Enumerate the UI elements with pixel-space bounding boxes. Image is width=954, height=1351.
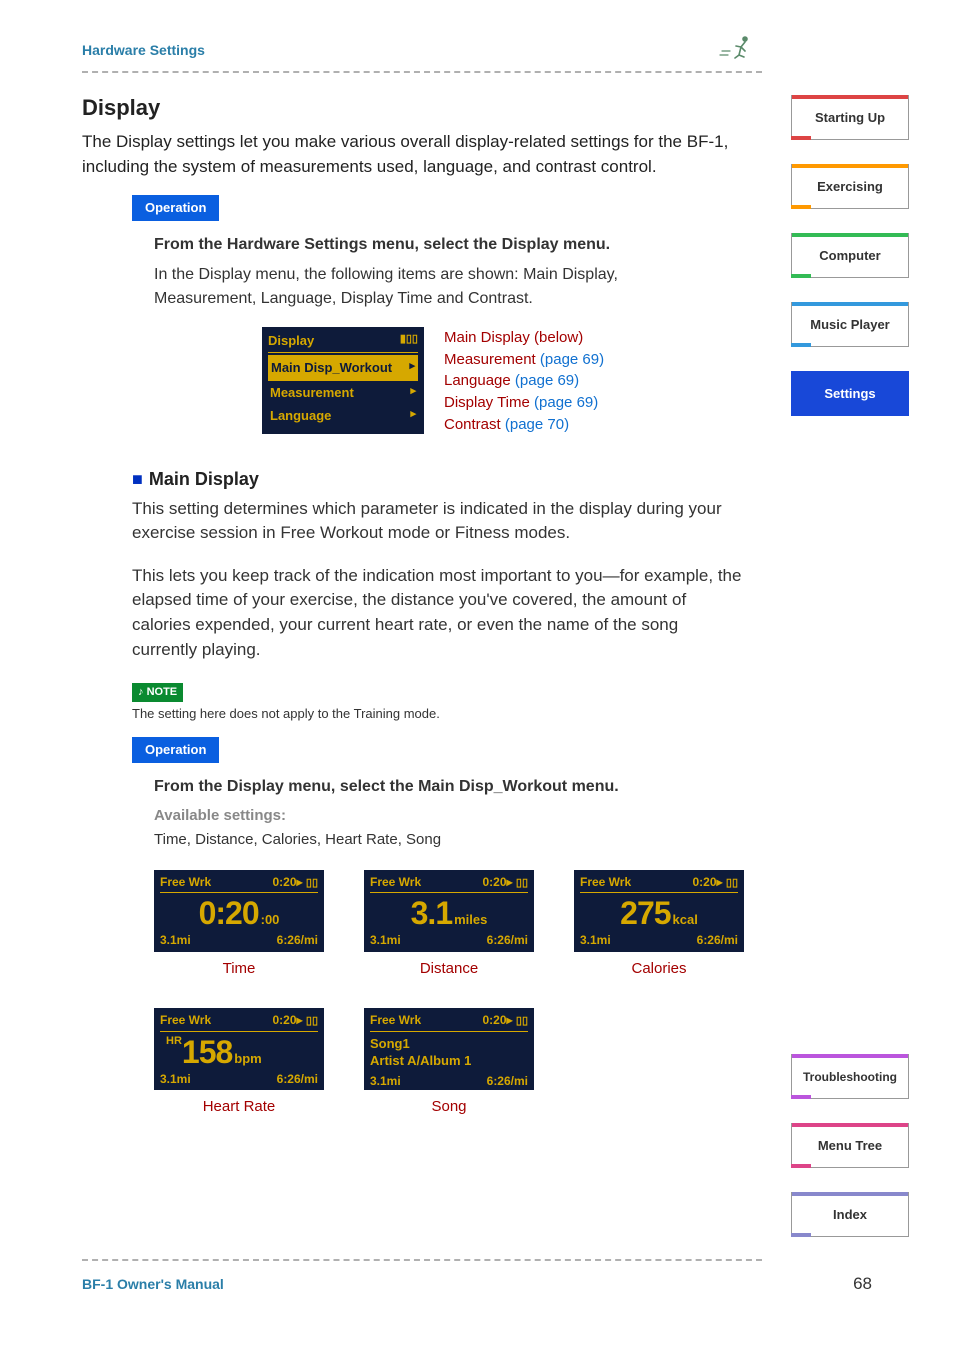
screen-song: Free Wrk0:20▸ ▯▯ Song1Artist A/Album 1 3…	[364, 1008, 534, 1090]
lcd-menu-item-selected: Main Disp_Workout ▸	[268, 355, 418, 381]
menu-links: Main Display (below) Measurement (page 6…	[444, 327, 604, 436]
step2-heading: From the Display menu, select the Main D…	[154, 775, 954, 799]
battery-icon: ▯▯	[726, 877, 738, 889]
tab-exercising[interactable]: Exercising	[791, 164, 909, 209]
battery-icon: ▮▯▯	[400, 331, 418, 351]
screen-distance: Free Wrk0:20▸ ▯▯ 3.1miles 3.1mi6:26/mi	[364, 870, 534, 952]
main-display-p1: This setting determines which parameter …	[132, 497, 742, 546]
available-settings-heading: Available settings:	[154, 805, 954, 828]
battery-icon: ▯▯	[516, 877, 528, 889]
caption-time: Time	[154, 958, 324, 981]
battery-icon: ▯▯	[516, 1015, 528, 1027]
battery-icon: ▯▯	[306, 877, 318, 889]
runner-icon	[718, 35, 752, 65]
available-settings-body: Time, Distance, Calories, Heart Rate, So…	[154, 829, 954, 852]
link-contrast[interactable]: Contrast (page 70)	[444, 414, 604, 436]
tab-computer[interactable]: Computer	[791, 233, 909, 278]
link-main-display[interactable]: Main Display (below)	[444, 327, 604, 349]
main-display-heading: ■Main Display	[132, 466, 954, 493]
lcd-item-label: Language	[270, 406, 331, 426]
caption-song: Song	[364, 1096, 534, 1119]
caption-distance: Distance	[364, 958, 534, 981]
tab-music-player[interactable]: Music Player	[791, 302, 909, 347]
screen-heart-rate: Free Wrk0:20▸ ▯▯ HR158bpm 3.1mi6:26/mi	[154, 1008, 324, 1090]
screen-time: Free Wrk0:20▸ ▯▯ 0:20:00 3.1mi6:26/mi	[154, 870, 324, 952]
manual-title: BF-1 Owner's Manual	[82, 1274, 224, 1295]
operation-tag: Operation	[132, 195, 219, 221]
lcd-item-label: Measurement	[270, 383, 354, 403]
link-measurement[interactable]: Measurement (page 69)	[444, 349, 604, 371]
lcd-menu-item: Measurement ▸	[268, 381, 418, 405]
tab-menu-tree[interactable]: Menu Tree	[791, 1123, 909, 1168]
breadcrumb: Hardware Settings	[82, 40, 205, 61]
chevron-right-icon: ▸	[410, 383, 416, 403]
main-display-p2: This lets you keep track of the indicati…	[132, 564, 742, 663]
step1-body: In the Display menu, the following items…	[154, 263, 714, 311]
link-display-time[interactable]: Display Time (page 69)	[444, 392, 604, 414]
note-tag: ♪ NOTE	[132, 683, 183, 702]
square-bullet-icon: ■	[132, 469, 143, 489]
operation-tag-2: Operation	[132, 737, 219, 763]
chevron-right-icon: ▸	[410, 406, 416, 426]
side-tabs-top: Starting Up Exercising Computer Music Pl…	[791, 95, 909, 440]
footer-rule	[82, 1259, 762, 1261]
lcd-display-menu: Display ▮▯▯ Main Disp_Workout ▸ Measureme…	[262, 327, 424, 434]
link-language[interactable]: Language (page 69)	[444, 370, 604, 392]
tab-settings[interactable]: Settings	[791, 371, 909, 416]
tab-index[interactable]: Index	[791, 1192, 909, 1237]
chevron-right-icon: ▸	[409, 358, 415, 378]
tab-troubleshooting[interactable]: Troubleshooting	[791, 1054, 909, 1099]
tab-starting-up[interactable]: Starting Up	[791, 95, 909, 140]
caption-heart-rate: Heart Rate	[154, 1096, 324, 1119]
battery-icon: ▯▯	[306, 1015, 318, 1027]
screen-calories: Free Wrk0:20▸ ▯▯ 275kcal 3.1mi6:26/mi	[574, 870, 744, 952]
note-body: The setting here does not apply to the T…	[132, 704, 954, 724]
lcd-menu-item: Language ▸	[268, 404, 418, 428]
lcd-title: Display	[268, 331, 314, 351]
lcd-item-label: Main Disp_Workout	[271, 358, 392, 378]
caption-calories: Calories	[574, 958, 744, 981]
intro-text: The Display settings let you make variou…	[82, 130, 742, 179]
page-number: 68	[853, 1271, 872, 1297]
side-tabs-bottom: Troubleshooting Menu Tree Index	[791, 1054, 909, 1261]
header-rule	[82, 71, 762, 73]
